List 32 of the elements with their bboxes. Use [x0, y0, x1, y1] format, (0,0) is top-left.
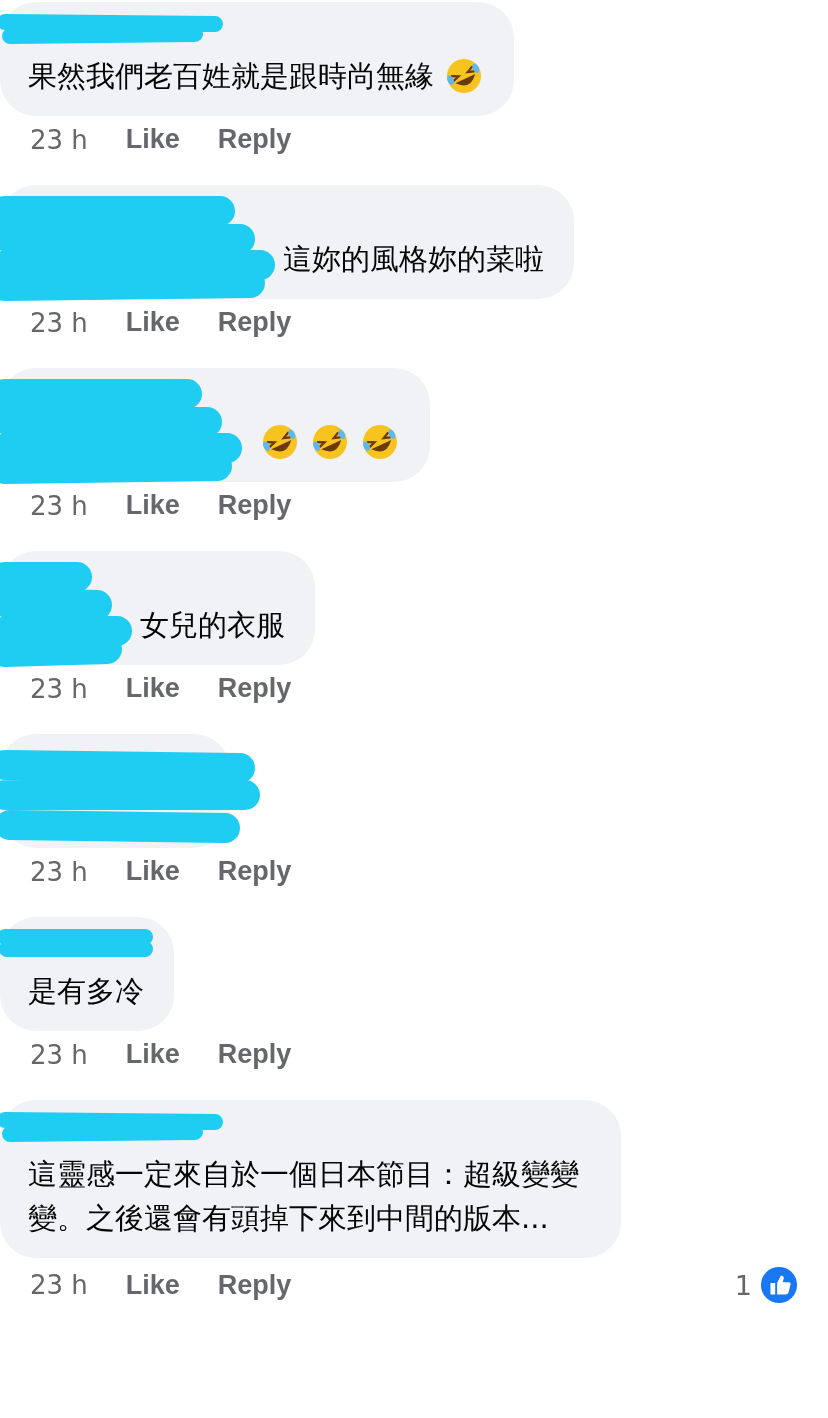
comment-text: 這靈感一定來自於一個日本節目：超級變變變。之後還會有頭掉下來到中間的版本...: [28, 1156, 580, 1237]
comment-time: 23 h: [30, 124, 88, 155]
reply-link[interactable]: Reply: [217, 673, 292, 704]
comment-text: 這妳的風格妳的菜啦: [283, 241, 544, 278]
like-link[interactable]: Like: [125, 856, 180, 887]
reply-link[interactable]: Reply: [217, 490, 292, 521]
laughing-emoji-icon: [310, 422, 350, 462]
comment-text: 果然我們老百姓就是跟時尚無緣: [28, 58, 434, 95]
reply-link[interactable]: Reply: [217, 856, 292, 887]
comment-time: 23 h: [30, 490, 88, 521]
thumbs-up-icon: [760, 1266, 798, 1304]
comment-time: 23 h: [30, 1270, 88, 1300]
reply-link[interactable]: Reply: [217, 307, 292, 338]
laughing-emoji-icon: [260, 422, 300, 462]
comment-time: 23 h: [30, 856, 88, 887]
like-link[interactable]: Like: [125, 1039, 180, 1070]
comment-text: 是有多冷: [28, 973, 144, 1010]
comment-time: 23 h: [30, 1039, 88, 1070]
like-link[interactable]: Like: [125, 124, 180, 155]
laughing-emoji-icon: [360, 422, 400, 462]
reply-link[interactable]: Reply: [217, 1269, 292, 1301]
comment-time: 23 h: [30, 673, 88, 704]
comment-text: 女兒的衣服: [140, 607, 285, 644]
comment-time: 23 h: [30, 307, 88, 338]
laughing-emoji-icon: [444, 56, 484, 96]
reply-link[interactable]: Reply: [217, 124, 292, 155]
like-link[interactable]: Like: [125, 1269, 180, 1301]
like-count: 1: [734, 1269, 752, 1301]
like-link[interactable]: Like: [125, 673, 180, 704]
like-link[interactable]: Like: [125, 490, 180, 521]
like-link[interactable]: Like: [125, 307, 180, 338]
reply-link[interactable]: Reply: [217, 1039, 292, 1070]
